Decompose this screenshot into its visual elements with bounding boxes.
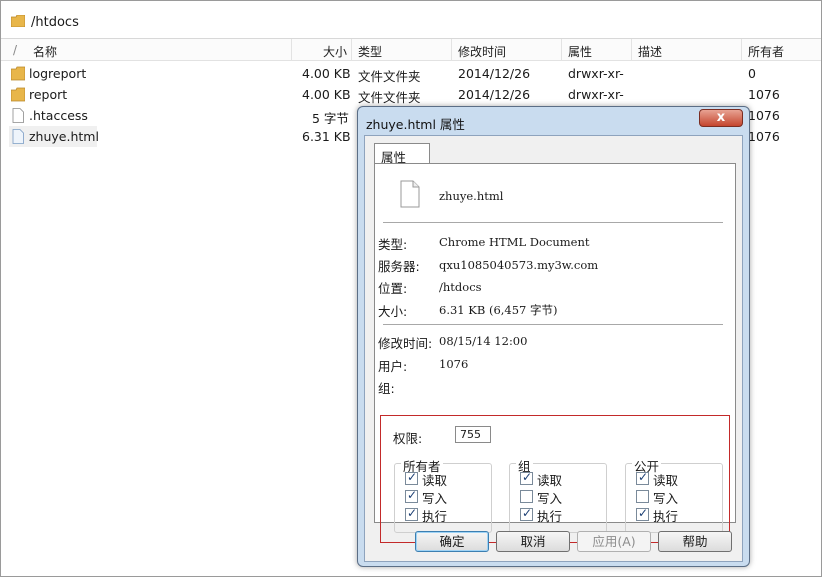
size-label: 大小:: [378, 304, 408, 319]
close-button[interactable]: x: [699, 109, 743, 127]
path-text: /htdocs: [31, 15, 79, 30]
owner-write-checkbox[interactable]: [405, 488, 418, 503]
list-item[interactable]: report 4.00 KB 文件文件夹 2014/12/26 drwxr-xr…: [1, 84, 821, 105]
perm-label: 权限:: [393, 431, 423, 446]
tab-properties[interactable]: 属性: [374, 143, 430, 165]
group-write-checkbox[interactable]: [520, 490, 533, 503]
col-desc[interactable]: 描述: [638, 43, 662, 60]
file-name: zhuye.html: [29, 129, 99, 144]
checkbox-label: 写入: [537, 491, 563, 506]
col-type[interactable]: 类型: [358, 43, 382, 60]
file-owner: 0: [748, 66, 756, 81]
file-modified: 2014/12/26: [458, 66, 531, 81]
type-label: 类型:: [378, 237, 408, 252]
sort-arrow-icon: /: [13, 43, 18, 57]
public-exec-checkbox[interactable]: [636, 506, 649, 521]
checkbox-label: 执行: [422, 509, 448, 524]
dialog-title: zhuye.html 属性: [366, 117, 465, 132]
modified-label: 修改时间:: [378, 336, 433, 351]
checkbox-label: 读取: [653, 473, 679, 488]
list-item[interactable]: logreport 4.00 KB 文件文件夹 2014/12/26 drwxr…: [1, 63, 821, 84]
file-type: 文件文件夹: [358, 90, 421, 105]
col-size[interactable]: 大小: [323, 43, 347, 60]
path-bar[interactable]: /htdocs: [1, 1, 821, 39]
file-owner: 1076: [748, 108, 780, 123]
cancel-button[interactable]: 取消: [496, 531, 570, 552]
file-attrs: drwxr-xr-: [568, 87, 624, 102]
folder-icon: [11, 87, 25, 102]
divider: [383, 222, 723, 223]
checkbox-label: 执行: [537, 509, 563, 524]
public-read-checkbox[interactable]: [636, 470, 649, 485]
divider: [383, 324, 723, 325]
help-button[interactable]: 帮助: [658, 531, 732, 552]
file-modified: 2014/12/26: [458, 87, 531, 102]
public-group: 公开 读取 写入 执行: [625, 456, 723, 533]
public-write-checkbox[interactable]: [636, 490, 649, 503]
file-owner: 1076: [748, 87, 780, 102]
file-size: 6.31 KB: [302, 129, 351, 144]
col-attrs[interactable]: 属性: [568, 43, 592, 60]
file-size: 4.00 KB: [302, 87, 351, 102]
file-type: 文件文件夹: [358, 69, 421, 84]
perm-input[interactable]: 755: [455, 426, 491, 443]
properties-panel: zhuye.html 类型: Chrome HTML Document 服务器:…: [374, 163, 736, 543]
checkbox-label: 执行: [653, 509, 679, 524]
file-size: 4.00 KB: [302, 66, 351, 81]
checkbox-label: 写入: [653, 491, 679, 506]
col-name[interactable]: 名称: [33, 43, 57, 60]
server-label: 服务器:: [378, 259, 420, 274]
ok-button[interactable]: 确定: [415, 531, 489, 552]
close-icon: x: [716, 110, 726, 125]
permissions-section: 权限: 755 所有者 读取 写入 执行 组 读取 写入: [380, 415, 730, 543]
dialog-file-name: zhuye.html: [439, 189, 504, 203]
user-value: 1076: [439, 357, 469, 371]
file-owner: 1076: [748, 129, 780, 144]
user-label: 用户:: [378, 359, 408, 374]
dialog-body: 属性 zhuye.html 类型: Chrome HTML Document 服…: [364, 135, 743, 562]
group-exec-checkbox[interactable]: [520, 506, 533, 521]
type-value: Chrome HTML Document: [439, 235, 590, 249]
modified-value: 08/15/14 12:00: [439, 334, 528, 348]
html-file-icon: [12, 129, 24, 144]
file-size: 5 字节: [312, 111, 349, 126]
folder-icon: [11, 15, 25, 27]
file-name: .htaccess: [29, 108, 88, 123]
file-name: logreport: [29, 66, 87, 81]
owner-group: 所有者 读取 写入 执行: [394, 456, 492, 533]
owner-exec-checkbox[interactable]: [405, 506, 418, 521]
column-header: / 名称 大小 类型 修改时间 属性 描述 所有者: [1, 39, 821, 61]
group-label: 组:: [378, 381, 395, 396]
group-group: 组 读取 写入 执行: [509, 456, 607, 533]
apply-button[interactable]: 应用(A): [577, 531, 651, 552]
location-value: /htdocs: [439, 280, 482, 294]
file-name: report: [29, 87, 68, 102]
checkbox-label: 写入: [422, 491, 448, 506]
properties-dialog: zhuye.html 属性 x 属性 zhuye.html 类型: Chrome…: [357, 106, 750, 567]
checkbox-label: 读取: [537, 473, 563, 488]
group-read-checkbox[interactable]: [520, 470, 533, 485]
size-value: 6.31 KB (6,457 字节): [439, 303, 558, 317]
file-icon: [12, 108, 24, 123]
location-label: 位置:: [378, 281, 408, 296]
server-value: qxu1085040573.my3w.com: [439, 258, 599, 272]
col-owner[interactable]: 所有者: [748, 43, 784, 60]
owner-read-checkbox[interactable]: [405, 470, 418, 485]
checkbox-label: 读取: [422, 473, 448, 488]
col-modified[interactable]: 修改时间: [458, 43, 506, 60]
file-attrs: drwxr-xr-: [568, 66, 624, 81]
folder-icon: [11, 66, 25, 81]
file-icon: [400, 180, 420, 208]
